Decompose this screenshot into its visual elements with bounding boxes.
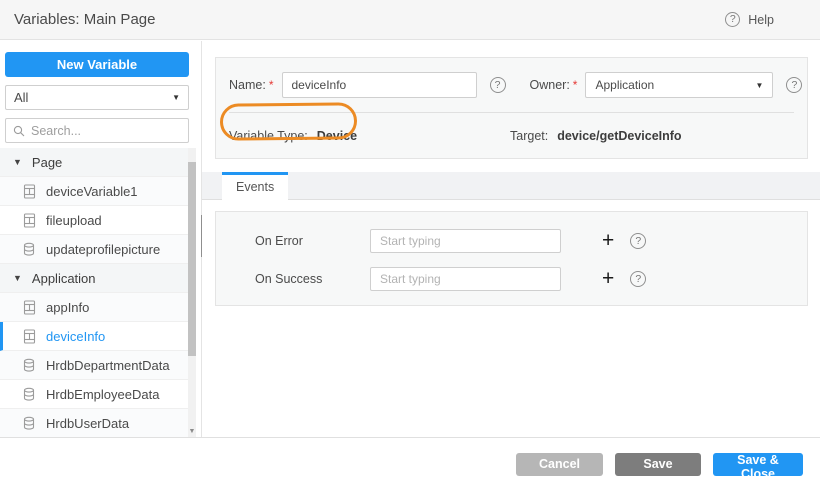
event-row-on-error: On Error + ? [255, 222, 807, 260]
caret-down-icon: ▼ [13, 157, 22, 167]
dialog-header: Variables: Main Page ? Help [0, 0, 820, 40]
variable-type-label: Variable Type: [229, 129, 308, 143]
service-variable-icon [23, 416, 36, 431]
search-box [5, 118, 189, 143]
name-input[interactable] [282, 72, 477, 98]
on-error-input[interactable] [370, 229, 561, 253]
variables-dialog: Variables: Main Page ? Help New Variable… [0, 0, 820, 490]
tree-group-label: Application [32, 271, 96, 286]
on-error-help-icon[interactable]: ? [630, 233, 646, 249]
dialog-footer: Cancel Save Save & Close [0, 437, 820, 490]
device-variable-icon [23, 184, 36, 199]
owner-select[interactable]: Application ▼ [585, 72, 773, 98]
tree-item-updateprofilepicture[interactable]: updateprofilepicture [0, 235, 189, 264]
on-success-help-icon[interactable]: ? [630, 271, 646, 287]
tree-item-label: HrdbEmployeeData [46, 387, 159, 402]
variable-detail-panel: Name: * ? Owner: * Application ▼ ? Varia… [202, 41, 820, 437]
on-success-input[interactable] [370, 267, 561, 291]
variable-filter-value: All [14, 90, 28, 105]
owner-label: Owner: [530, 78, 570, 92]
variables-sidebar: New Variable All ▼ ▼ Page [0, 41, 202, 437]
chevron-down-icon: ▼ [172, 93, 180, 102]
help-question-icon: ? [725, 12, 740, 27]
on-error-add-button[interactable]: + [602, 231, 614, 251]
variable-form: Name: * ? Owner: * Application ▼ ? Varia… [215, 57, 808, 159]
form-row-type-target: Variable Type: Device Target: device/get… [216, 113, 807, 159]
tree-item-label: appInfo [46, 300, 89, 315]
tree-item-label: HrdbDepartmentData [46, 358, 170, 373]
tree-item-label: HrdbUserData [46, 416, 129, 431]
service-variable-icon [23, 387, 36, 402]
help-label: Help [748, 13, 774, 27]
tree-item-devicevariable1[interactable]: deviceVariable1 [0, 177, 189, 206]
tree-item-label: deviceVariable1 [46, 184, 138, 199]
tree-item-appinfo[interactable]: appInfo [0, 293, 189, 322]
on-error-label: On Error [255, 234, 370, 248]
tree-item-hrdbemployeedata[interactable]: HrdbEmployeeData [0, 380, 189, 409]
dialog-body: New Variable All ▼ ▼ Page [0, 41, 820, 437]
caret-down-icon: ▼ [13, 273, 22, 283]
variable-filter-select[interactable]: All ▼ [5, 85, 189, 110]
device-variable-icon [23, 213, 36, 228]
save-button[interactable]: Save [615, 453, 701, 476]
tab-events[interactable]: Events [222, 172, 288, 200]
tree-group-application[interactable]: ▼ Application [0, 264, 189, 293]
tab-bar: Events [202, 172, 820, 200]
service-variable-icon [23, 358, 36, 373]
tree-item-label: fileupload [46, 213, 102, 228]
device-variable-icon [23, 300, 36, 315]
events-panel: On Error + ? On Success + ? [215, 211, 808, 306]
tree-item-label: deviceInfo [46, 329, 105, 344]
device-variable-icon [23, 329, 36, 344]
owner-help-icon[interactable]: ? [786, 77, 802, 93]
page-title: Variables: Main Page [14, 11, 155, 28]
cancel-button[interactable]: Cancel [516, 453, 603, 476]
tree-item-hrdbdepartmentdata[interactable]: HrdbDepartmentData [0, 351, 189, 380]
tree-item-hrdbuserdata[interactable]: HrdbUserData [0, 409, 189, 438]
tree-item-label: updateprofilepicture [46, 242, 160, 257]
name-label: Name: [229, 78, 266, 92]
chevron-down-icon: ▼ [756, 81, 764, 90]
form-row-name-owner: Name: * ? Owner: * Application ▼ ? [216, 58, 807, 98]
on-success-add-button[interactable]: + [602, 269, 614, 289]
search-icon [13, 125, 25, 137]
required-asterisk: * [269, 78, 274, 92]
tree-group-page[interactable]: ▼ Page [0, 148, 189, 177]
scrollbar-down-arrow[interactable]: ▼ [188, 427, 196, 437]
service-variable-icon [23, 242, 36, 257]
target-value: device/getDeviceInfo [557, 129, 681, 143]
sidebar-controls: New Variable All ▼ [0, 41, 201, 149]
owner-select-value: Application [595, 78, 654, 92]
on-success-label: On Success [255, 272, 370, 286]
target-group: Target: device/getDeviceInfo [510, 129, 682, 143]
variable-type-value: Device [317, 129, 357, 143]
save-and-close-button[interactable]: Save & Close [713, 453, 803, 476]
required-asterisk: * [573, 78, 578, 92]
new-variable-button[interactable]: New Variable [5, 52, 189, 77]
event-row-on-success: On Success + ? [255, 260, 807, 298]
tree-item-deviceinfo-selected[interactable]: deviceInfo [0, 322, 189, 351]
sidebar-scrollbar-thumb[interactable] [188, 162, 196, 356]
target-label: Target: [510, 129, 548, 143]
search-input[interactable] [31, 124, 181, 138]
tree-item-fileupload[interactable]: fileupload [0, 206, 189, 235]
name-help-icon[interactable]: ? [490, 77, 506, 93]
help-link[interactable]: ? Help [725, 12, 774, 27]
variables-tree: ▼ Page deviceVariable1 fileupload [0, 148, 189, 438]
tree-group-label: Page [32, 155, 62, 170]
